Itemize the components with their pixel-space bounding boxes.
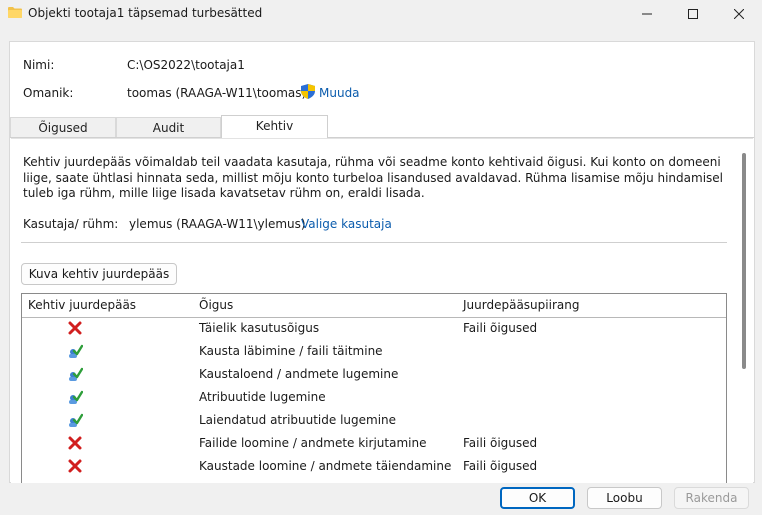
folder-icon [8,7,22,18]
deny-x-icon [67,320,83,336]
tab-audit[interactable]: Audit [116,117,221,137]
close-icon [734,9,744,19]
permission-name: Kaustade loomine / andmete täiendamine [199,459,452,473]
tab-bar: Õigused Audit Kehtiv juurdepääs [10,115,754,153]
select-user-link[interactable]: Valige kasutaja [301,217,392,231]
permission-name: Kaustaloend / andmete lugemine [199,367,399,381]
table-row[interactable]: Failide loomine / andmete kirjutamine Fa… [22,432,726,455]
change-owner-link[interactable]: Muuda [319,86,360,100]
maximize-button[interactable] [670,0,716,28]
tab-permissions[interactable]: Õigused [10,117,116,137]
allow-check-icon [67,389,84,405]
main-panel: Nimi: C:\OS2022\tootaja1 Omanik: toomas … [9,41,755,483]
permission-name: Failide loomine / andmete kirjutamine [199,436,427,450]
window-title: Objekti tootaja1 täpsemad turbesätted [28,6,263,20]
table-row[interactable]: Täielik kasutusõigus Faili õigused [22,317,726,340]
name-label: Nimi: [23,58,55,72]
vertical-scrollbar[interactable] [742,153,746,369]
cancel-button[interactable]: Loobu [587,487,662,509]
permission-name: Atribuutide lugemine [199,390,326,404]
tab-effective-access[interactable]: Kehtiv juurdepääs [221,115,328,153]
column-header-effective-access[interactable]: Kehtiv juurdepääs [28,298,136,312]
separator [21,242,727,243]
user-group-value: ylemus (RAAGA-W11\ylemus) [129,217,306,231]
apply-button[interactable]: Rakenda [674,487,749,509]
table-row[interactable]: Kaustaloend / andmete lugemine [22,363,726,386]
effective-access-content: Kehtiv juurdepääs võimaldab teil vaadata… [11,138,753,483]
ok-button[interactable]: OK [500,487,575,509]
title-bar: Objekti tootaja1 täpsemad turbesätted [0,0,762,28]
permission-name: Täielik kasutusõigus [199,321,320,335]
minimize-icon [642,13,652,15]
description-text: Kehtiv juurdepääs võimaldab teil vaadata… [23,155,723,200]
minimize-button[interactable] [624,0,670,28]
access-limit: Faili õigused [463,436,538,450]
allow-check-icon [67,343,84,359]
permission-name: Kausta läbimine / faili täitmine [199,344,383,358]
column-header-permission[interactable]: Õigus [199,298,233,312]
close-button[interactable] [716,0,762,28]
allow-check-icon [67,366,84,382]
table-header: Kehtiv juurdepääs Õigus Juurdepääsupiira… [22,294,726,318]
uac-shield-icon [301,84,315,99]
view-effective-access-button[interactable]: Kuva kehtiv juurdepääs [21,263,177,285]
deny-x-icon [67,458,83,474]
deny-x-icon [67,435,83,451]
effective-access-table: Kehtiv juurdepääs Õigus Juurdepääsupiira… [21,293,727,483]
user-group-label: Kasutaja/ rühm: [23,217,119,231]
table-row[interactable]: Laiendatud atribuutide lugemine [22,409,726,432]
table-row[interactable]: Kaustade loomine / andmete täiendamine F… [22,455,726,478]
owner-label: Omanik: [23,86,74,100]
name-value: C:\OS2022\tootaja1 [127,58,245,72]
column-header-access-limit[interactable]: Juurdepääsupiirang [463,298,579,312]
access-limit: Faili õigused [463,459,538,473]
permission-name: Laiendatud atribuutide lugemine [199,413,397,427]
table-row[interactable]: Atribuutide lugemine [22,386,726,409]
access-limit: Faili õigused [463,321,538,335]
maximize-icon [688,9,698,19]
allow-check-icon [67,412,84,428]
table-row[interactable]: Kausta läbimine / faili täitmine [22,340,726,363]
owner-value: toomas (RAAGA-W11\toomas) [127,86,307,100]
